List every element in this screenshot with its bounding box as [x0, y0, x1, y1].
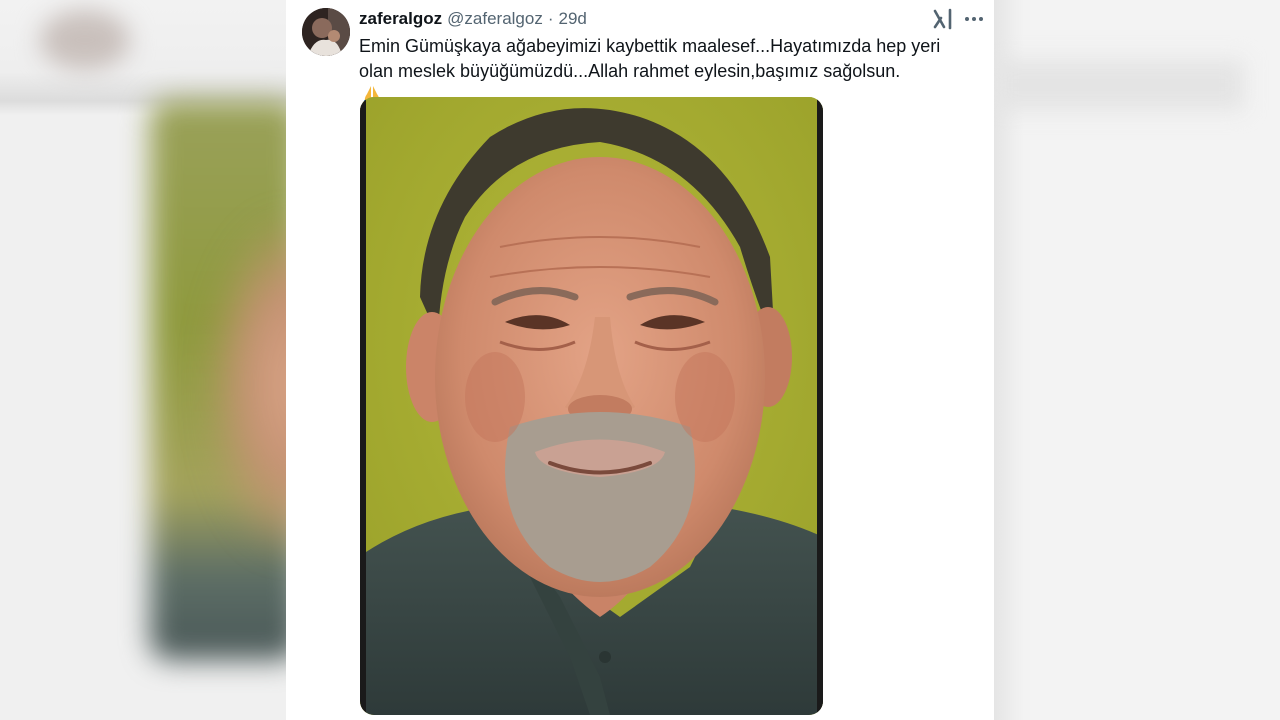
x-grok-icon[interactable]	[932, 8, 954, 30]
tweet-text: Emin Gümüşkaya ağabeyimizi kaybettik maa…	[359, 34, 969, 104]
timestamp[interactable]: 29d	[559, 9, 587, 29]
separator: ·	[547, 9, 554, 28]
tweet-photo[interactable]	[360, 97, 823, 715]
tweet-text-line-2-content: olan meslek büyüğümüzdü...Allah rahmet e…	[359, 61, 901, 81]
tweet-card[interactable]: zaferalgoz @zaferalgoz · 29d Emin Gümüşk…	[286, 0, 994, 720]
more-horizontal-icon[interactable]	[962, 8, 986, 30]
tweet-text-line-1: Emin Gümüşkaya ağabeyimizi kaybettik maa…	[359, 36, 941, 56]
user-handle[interactable]: @zaferalgoz	[447, 9, 543, 29]
backdrop-right	[994, 0, 1280, 720]
avatar[interactable]	[302, 8, 350, 56]
display-name[interactable]: zaferalgoz	[359, 9, 442, 29]
backdrop-left	[0, 0, 330, 720]
tweet-header: zaferalgoz @zaferalgoz · 29d	[359, 8, 587, 30]
